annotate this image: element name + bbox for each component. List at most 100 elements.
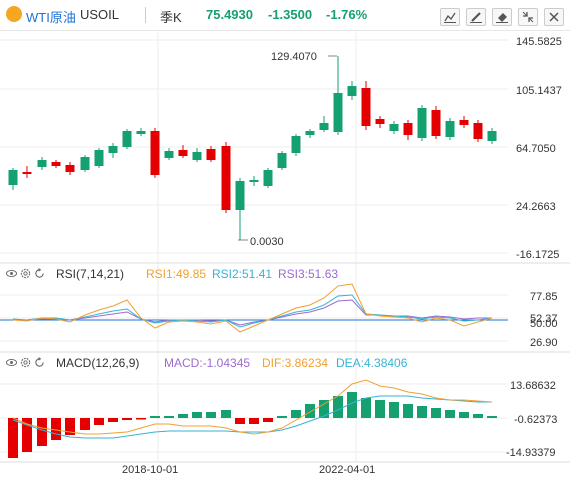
candle-body bbox=[263, 170, 273, 186]
candle-body bbox=[80, 157, 90, 170]
chart-grid bbox=[0, 31, 570, 463]
candle-body bbox=[37, 160, 47, 167]
dea-value: DEA:4.38406 bbox=[336, 356, 408, 370]
macd-bar bbox=[403, 404, 413, 418]
time-label-2: 2022-04-01 bbox=[319, 464, 375, 476]
macd-bar bbox=[122, 418, 132, 420]
candle-body bbox=[333, 93, 343, 132]
macd-bar bbox=[178, 414, 188, 418]
candle-body bbox=[94, 150, 104, 166]
macd-histogram bbox=[8, 392, 497, 458]
macd-bar bbox=[305, 404, 315, 418]
macd-tick-3: -14.93379 bbox=[506, 447, 556, 459]
macd-bar bbox=[37, 418, 47, 446]
high-annotation: 129.4070 bbox=[271, 51, 317, 63]
rsi-tick-1: 77.85 bbox=[530, 291, 558, 303]
candle-body bbox=[319, 123, 329, 130]
candle-body bbox=[65, 165, 75, 172]
time-label-1: 2018-10-01 bbox=[122, 464, 178, 476]
macd-bar bbox=[361, 398, 371, 418]
candle-body bbox=[192, 152, 202, 160]
macd-tick-2: -0.62373 bbox=[514, 414, 557, 426]
price-tick-3: 64.7050 bbox=[516, 143, 556, 155]
macd-bar bbox=[249, 418, 259, 424]
macd-bar bbox=[431, 408, 441, 418]
eye-icon[interactable] bbox=[6, 357, 17, 368]
refresh-icon[interactable] bbox=[34, 357, 45, 368]
macd-bar bbox=[235, 418, 245, 424]
macd-bar bbox=[333, 396, 343, 418]
macd-bar bbox=[108, 418, 118, 422]
price-tick-2: 105.1437 bbox=[516, 85, 562, 97]
rsi2-value: RSI2:51.41 bbox=[212, 267, 273, 281]
price-tick-1: 145.5825 bbox=[516, 36, 562, 48]
macd-bar bbox=[22, 418, 32, 452]
candle-body bbox=[150, 131, 160, 175]
macd-title: MACD(12,26,9) bbox=[56, 356, 140, 370]
candle-body bbox=[164, 151, 174, 158]
dif-value: DIF:3.86234 bbox=[262, 356, 329, 370]
macd-bar bbox=[487, 416, 497, 418]
candle-body bbox=[487, 131, 497, 141]
candle-body bbox=[235, 181, 245, 210]
candle-body bbox=[178, 150, 188, 156]
macd-bar bbox=[445, 410, 455, 418]
refresh-icon[interactable] bbox=[34, 268, 45, 279]
candle-body bbox=[221, 146, 231, 210]
candle-body bbox=[459, 120, 469, 125]
rsi3-value: RSI3:51.63 bbox=[278, 267, 339, 281]
candle-body bbox=[206, 149, 216, 160]
eye-icon[interactable] bbox=[6, 268, 17, 279]
candle-body bbox=[361, 88, 371, 126]
macd-tick-1: 13.68632 bbox=[510, 380, 556, 392]
macd-bar bbox=[80, 418, 90, 430]
macd-bar bbox=[277, 416, 287, 418]
candle-body bbox=[431, 110, 441, 136]
candle-body bbox=[347, 86, 357, 96]
candle-body bbox=[277, 153, 287, 168]
settings-icon[interactable] bbox=[20, 268, 31, 279]
candle-body bbox=[136, 131, 146, 134]
rsi-lines bbox=[12, 283, 493, 333]
macd-bar bbox=[206, 412, 216, 418]
price-tick-5: -16.1725 bbox=[516, 249, 559, 261]
settings-icon[interactable] bbox=[20, 357, 31, 368]
macd-bar bbox=[319, 400, 329, 418]
macd-bar bbox=[263, 418, 273, 422]
macd-bar bbox=[8, 418, 18, 458]
rsi-tick-3: 50.00 bbox=[530, 318, 558, 330]
macd-bar bbox=[221, 410, 231, 418]
candle-body bbox=[8, 170, 18, 185]
macd-bar bbox=[389, 402, 399, 418]
candle-body bbox=[473, 123, 483, 139]
candle-body bbox=[417, 108, 427, 138]
rsi1-value: RSI1:49.85 bbox=[146, 267, 207, 281]
candle-body bbox=[122, 131, 132, 147]
macd-bar bbox=[417, 406, 427, 418]
candle-body bbox=[108, 146, 118, 153]
price-tick-4: 24.2663 bbox=[516, 201, 556, 213]
candle-body bbox=[445, 121, 455, 137]
candle-body bbox=[291, 136, 301, 153]
low-annotation: 0.0030 bbox=[250, 236, 284, 248]
rsi-title: RSI(7,14,21) bbox=[56, 267, 125, 281]
macd-bar bbox=[375, 400, 385, 418]
macd-bar bbox=[136, 418, 146, 420]
candle-body bbox=[51, 162, 61, 166]
candlesticks bbox=[8, 56, 497, 240]
macd-bar bbox=[94, 418, 104, 425]
candle-body bbox=[249, 180, 259, 182]
macd-bar bbox=[164, 416, 174, 418]
macd-bar bbox=[192, 412, 202, 418]
price-chart[interactable]: 145.5825 105.1437 64.7050 24.2663 -16.17… bbox=[0, 0, 570, 483]
macd-bar bbox=[291, 410, 301, 418]
macd-bar bbox=[473, 414, 483, 418]
rsi1-line bbox=[12, 283, 493, 333]
macd-bar bbox=[459, 412, 469, 418]
candle-body bbox=[305, 131, 315, 135]
macd-bar bbox=[150, 416, 160, 418]
candle-body bbox=[375, 119, 385, 124]
rsi-tick-4: 26.90 bbox=[530, 337, 558, 349]
candle-body bbox=[389, 124, 399, 131]
candle-body bbox=[403, 123, 413, 135]
